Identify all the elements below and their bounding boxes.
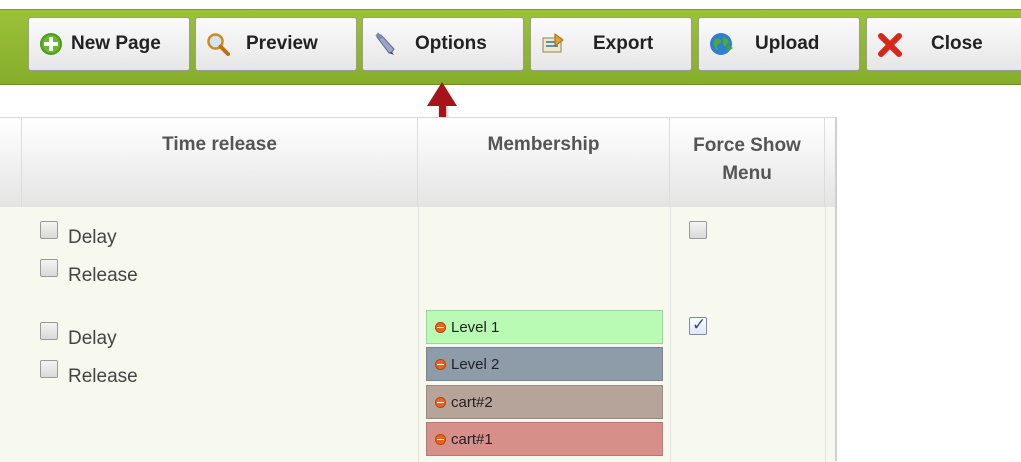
annotation-arrow-head bbox=[427, 82, 457, 106]
header-time-release: Time release bbox=[22, 118, 418, 207]
export-label: Export bbox=[593, 33, 654, 54]
header-membership-label: Membership bbox=[487, 134, 600, 155]
header-spacer bbox=[0, 118, 22, 207]
table-row: Delay Release Level 1 Level 2 cart#2 car… bbox=[0, 300, 835, 462]
row-divider bbox=[670, 300, 671, 462]
export-button[interactable]: Export bbox=[530, 17, 692, 71]
row-divider bbox=[825, 300, 826, 462]
preview-button[interactable]: Preview bbox=[195, 17, 357, 71]
release-checkbox[interactable] bbox=[40, 360, 58, 378]
remove-level-icon[interactable] bbox=[435, 358, 446, 370]
remove-level-icon[interactable] bbox=[435, 396, 446, 408]
export-icon bbox=[541, 32, 565, 56]
force-show-menu-checkbox[interactable] bbox=[689, 221, 707, 239]
membership-level-label: Level 1 bbox=[451, 318, 500, 336]
remove-level-icon[interactable] bbox=[435, 433, 446, 445]
membership-level-label: cart#2 bbox=[451, 393, 493, 411]
preview-label: Preview bbox=[246, 33, 318, 54]
pencil-icon bbox=[373, 32, 397, 56]
release-label: Release bbox=[68, 265, 138, 286]
row-divider bbox=[418, 207, 419, 300]
new-page-button[interactable]: New Page bbox=[28, 17, 190, 71]
membership-level-1[interactable]: Level 1 bbox=[426, 310, 663, 344]
table-row: Delay Release bbox=[0, 207, 835, 301]
header-force-show-line2: Menu bbox=[722, 163, 772, 184]
globe-icon bbox=[709, 32, 733, 56]
delay-label: Delay bbox=[68, 227, 117, 248]
page-settings-table: Time release Membership Force Show Menu … bbox=[0, 117, 837, 462]
header-membership: Membership bbox=[418, 118, 670, 207]
toolbar: New Page Preview Options Export Upload C… bbox=[0, 0, 1021, 93]
membership-level-label: cart#1 bbox=[451, 430, 493, 448]
membership-level-2[interactable]: Level 2 bbox=[426, 347, 663, 381]
options-button[interactable]: Options bbox=[362, 17, 524, 71]
row-divider bbox=[825, 207, 826, 300]
checkmark-icon: ✓ bbox=[692, 315, 707, 335]
delay-checkbox[interactable] bbox=[40, 221, 58, 239]
upload-label: Upload bbox=[755, 33, 820, 54]
close-label: Close bbox=[931, 33, 983, 54]
magnifier-icon bbox=[206, 32, 230, 56]
header-force-show-menu: Force Show Menu bbox=[670, 118, 825, 207]
row-divider bbox=[670, 207, 671, 300]
release-checkbox[interactable] bbox=[40, 259, 58, 277]
membership-level-label: Level 2 bbox=[451, 355, 500, 373]
new-page-label: New Page bbox=[71, 33, 161, 54]
close-icon bbox=[877, 32, 902, 57]
force-show-menu-checkbox[interactable]: ✓ bbox=[689, 315, 707, 335]
header-trailing bbox=[825, 118, 835, 207]
row-divider bbox=[418, 300, 419, 462]
close-button[interactable]: Close bbox=[866, 17, 1021, 71]
remove-level-icon[interactable] bbox=[435, 321, 446, 333]
table-header-row: Time release Membership Force Show Menu bbox=[0, 118, 835, 208]
plus-circle-icon bbox=[39, 32, 63, 56]
upload-button[interactable]: Upload bbox=[698, 17, 860, 71]
header-time-release-label: Time release bbox=[162, 134, 277, 155]
delay-label: Delay bbox=[68, 328, 117, 349]
membership-cart-2[interactable]: cart#2 bbox=[426, 385, 663, 419]
header-force-show-line1: Force Show bbox=[693, 135, 801, 156]
membership-cart-1[interactable]: cart#1 bbox=[426, 422, 663, 456]
delay-checkbox[interactable] bbox=[40, 322, 58, 340]
release-label: Release bbox=[68, 366, 138, 387]
options-label: Options bbox=[415, 33, 487, 54]
